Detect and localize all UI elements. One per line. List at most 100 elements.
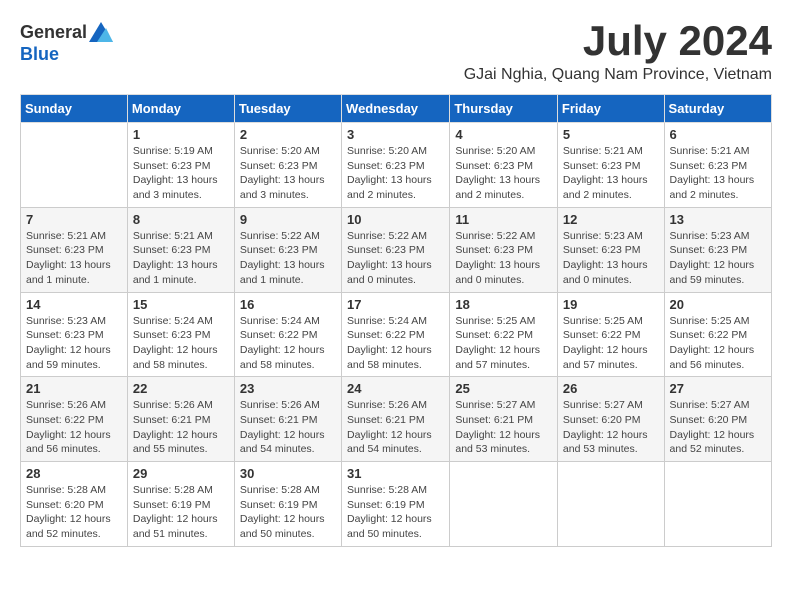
day-info: Sunrise: 5:25 AM Sunset: 6:22 PM Dayligh… [455,314,552,373]
day-info: Sunrise: 5:22 AM Sunset: 6:23 PM Dayligh… [240,229,336,288]
day-info: Sunrise: 5:21 AM Sunset: 6:23 PM Dayligh… [670,144,766,203]
day-number: 27 [670,381,766,396]
day-number: 23 [240,381,336,396]
day-info: Sunrise: 5:20 AM Sunset: 6:23 PM Dayligh… [240,144,336,203]
calendar-cell: 7 Sunrise: 5:21 AM Sunset: 6:23 PM Daylig… [21,207,128,292]
calendar-cell: 5Sunrise: 5:21 AM Sunset: 6:23 PM Daylig… [557,123,664,208]
month-title: July 2024 [464,20,772,62]
day-number: 18 [455,297,552,312]
header-tuesday: Tuesday [234,95,341,123]
calendar-cell: 1 Sunrise: 5:19 AM Sunset: 6:23 PM Daylig… [127,123,234,208]
day-info: Sunrise: 5:28 AM Sunset: 6:19 PM Dayligh… [133,483,229,542]
day-number: 20 [670,297,766,312]
day-info: Sunrise: 5:23 AM Sunset: 6:23 PM Dayligh… [26,314,122,373]
calendar-cell [557,462,664,547]
day-info: Sunrise: 5:26 AM Sunset: 6:21 PM Dayligh… [133,398,229,457]
logo: General Blue [20,20,113,65]
day-number: 11 [455,212,552,227]
day-info: Sunrise: 5:25 AM Sunset: 6:22 PM Dayligh… [670,314,766,373]
day-number: 5 [563,127,659,142]
day-info: Sunrise: 5:19 AM Sunset: 6:23 PM Dayligh… [133,144,229,203]
day-number: 21 [26,381,122,396]
calendar-cell: 20 Sunrise: 5:25 AM Sunset: 6:22 PM Dayli… [664,292,771,377]
calendar-body: 1 Sunrise: 5:19 AM Sunset: 6:23 PM Daylig… [21,123,772,547]
calendar-cell: 10Sunrise: 5:22 AM Sunset: 6:23 PM Dayli… [342,207,450,292]
day-info: Sunrise: 5:23 AM Sunset: 6:23 PM Dayligh… [670,229,766,288]
day-number: 24 [347,381,444,396]
day-number: 1 [133,127,229,142]
calendar-header-row: SundayMondayTuesdayWednesdayThursdayFrid… [21,95,772,123]
calendar-cell: 23 Sunrise: 5:26 AM Sunset: 6:21 PM Dayli… [234,377,341,462]
calendar-cell [664,462,771,547]
calendar-cell: 17 Sunrise: 5:24 AM Sunset: 6:22 PM Dayli… [342,292,450,377]
day-number: 30 [240,466,336,481]
day-info: Sunrise: 5:28 AM Sunset: 6:19 PM Dayligh… [347,483,444,542]
day-number: 7 [26,212,122,227]
calendar-cell: 6 Sunrise: 5:21 AM Sunset: 6:23 PM Daylig… [664,123,771,208]
calendar-cell [450,462,558,547]
day-number: 4 [455,127,552,142]
day-number: 13 [670,212,766,227]
day-number: 15 [133,297,229,312]
calendar-cell [21,123,128,208]
day-info: Sunrise: 5:23 AM Sunset: 6:23 PM Dayligh… [563,229,659,288]
calendar-cell: 19 Sunrise: 5:25 AM Sunset: 6:22 PM Dayli… [557,292,664,377]
calendar-cell: 16 Sunrise: 5:24 AM Sunset: 6:22 PM Dayli… [234,292,341,377]
calendar-cell: 25Sunrise: 5:27 AM Sunset: 6:21 PM Dayli… [450,377,558,462]
day-number: 26 [563,381,659,396]
calendar-cell: 30Sunrise: 5:28 AM Sunset: 6:19 PM Dayli… [234,462,341,547]
calendar-cell: 12 Sunrise: 5:23 AM Sunset: 6:23 PM Dayli… [557,207,664,292]
day-info: Sunrise: 5:20 AM Sunset: 6:23 PM Dayligh… [347,144,444,203]
calendar-cell: 22 Sunrise: 5:26 AM Sunset: 6:21 PM Dayli… [127,377,234,462]
calendar-cell: 4 Sunrise: 5:20 AM Sunset: 6:23 PM Daylig… [450,123,558,208]
calendar-cell: 13 Sunrise: 5:23 AM Sunset: 6:23 PM Dayli… [664,207,771,292]
calendar-cell: 15 Sunrise: 5:24 AM Sunset: 6:23 PM Dayli… [127,292,234,377]
calendar-cell: 21Sunrise: 5:26 AM Sunset: 6:22 PM Dayli… [21,377,128,462]
header-sunday: Sunday [21,95,128,123]
header-thursday: Thursday [450,95,558,123]
header-friday: Friday [557,95,664,123]
day-info: Sunrise: 5:26 AM Sunset: 6:21 PM Dayligh… [347,398,444,457]
day-number: 31 [347,466,444,481]
calendar-cell: 28 Sunrise: 5:28 AM Sunset: 6:20 PM Dayli… [21,462,128,547]
day-info: Sunrise: 5:27 AM Sunset: 6:20 PM Dayligh… [563,398,659,457]
day-info: Sunrise: 5:20 AM Sunset: 6:23 PM Dayligh… [455,144,552,203]
calendar-cell: 9 Sunrise: 5:22 AM Sunset: 6:23 PM Daylig… [234,207,341,292]
calendar-table: SundayMondayTuesdayWednesdayThursdayFrid… [20,94,772,547]
day-info: Sunrise: 5:27 AM Sunset: 6:20 PM Dayligh… [670,398,766,457]
day-info: Sunrise: 5:25 AM Sunset: 6:22 PM Dayligh… [563,314,659,373]
header-wednesday: Wednesday [342,95,450,123]
day-number: 6 [670,127,766,142]
calendar-cell: 18 Sunrise: 5:25 AM Sunset: 6:22 PM Dayli… [450,292,558,377]
day-info: Sunrise: 5:28 AM Sunset: 6:20 PM Dayligh… [26,483,122,542]
day-info: Sunrise: 5:21 AM Sunset: 6:23 PM Dayligh… [133,229,229,288]
day-number: 28 [26,466,122,481]
day-info: Sunrise: 5:26 AM Sunset: 6:21 PM Dayligh… [240,398,336,457]
page-header: General Blue July 2024 GJai Nghia, Quang… [20,20,772,84]
logo-icon [89,20,113,44]
calendar-cell: 2 Sunrise: 5:20 AM Sunset: 6:23 PM Daylig… [234,123,341,208]
day-info: Sunrise: 5:24 AM Sunset: 6:23 PM Dayligh… [133,314,229,373]
day-number: 2 [240,127,336,142]
calendar-cell: 8Sunrise: 5:21 AM Sunset: 6:23 PM Daylig… [127,207,234,292]
day-number: 10 [347,212,444,227]
calendar-week-1: 7 Sunrise: 5:21 AM Sunset: 6:23 PM Daylig… [21,207,772,292]
calendar-cell: 14Sunrise: 5:23 AM Sunset: 6:23 PM Dayli… [21,292,128,377]
day-number: 16 [240,297,336,312]
day-number: 12 [563,212,659,227]
day-number: 9 [240,212,336,227]
calendar-week-2: 14Sunrise: 5:23 AM Sunset: 6:23 PM Dayli… [21,292,772,377]
calendar-cell: 29 Sunrise: 5:28 AM Sunset: 6:19 PM Dayli… [127,462,234,547]
day-number: 19 [563,297,659,312]
day-info: Sunrise: 5:24 AM Sunset: 6:22 PM Dayligh… [240,314,336,373]
calendar-week-4: 28 Sunrise: 5:28 AM Sunset: 6:20 PM Dayli… [21,462,772,547]
calendar-week-3: 21Sunrise: 5:26 AM Sunset: 6:22 PM Dayli… [21,377,772,462]
day-info: Sunrise: 5:27 AM Sunset: 6:21 PM Dayligh… [455,398,552,457]
day-number: 22 [133,381,229,396]
day-info: Sunrise: 5:22 AM Sunset: 6:23 PM Dayligh… [455,229,552,288]
logo-general-text: General [20,22,87,43]
day-number: 17 [347,297,444,312]
day-info: Sunrise: 5:24 AM Sunset: 6:22 PM Dayligh… [347,314,444,373]
day-info: Sunrise: 5:21 AM Sunset: 6:23 PM Dayligh… [26,229,122,288]
day-number: 29 [133,466,229,481]
